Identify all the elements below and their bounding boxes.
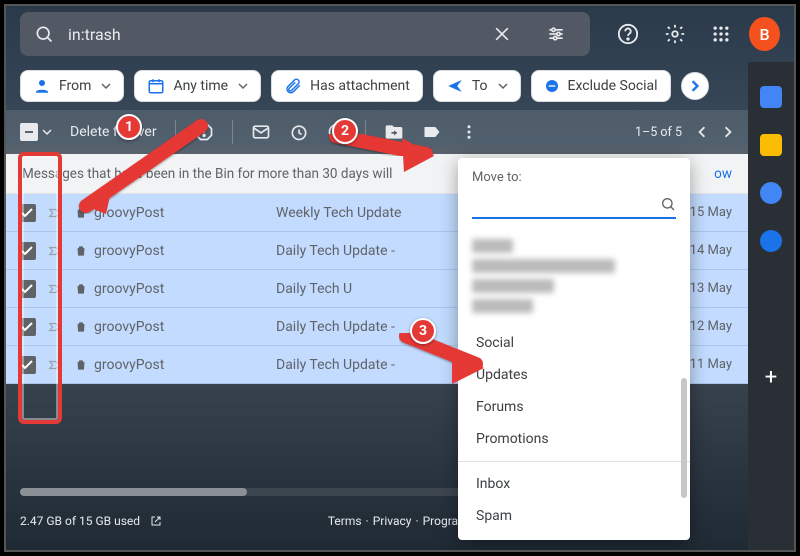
important-marker-icon[interactable]: [48, 320, 62, 334]
row-checkbox[interactable]: [18, 204, 36, 222]
important-marker-icon[interactable]: [48, 358, 62, 372]
more-icon[interactable]: [460, 123, 478, 141]
blurred-labels: [458, 229, 690, 327]
popover-header: Move to:: [458, 170, 690, 191]
snooze-icon[interactable]: [289, 122, 309, 142]
trash-icon: [74, 206, 88, 220]
filter-chip-exclude-social[interactable]: Exclude Social: [531, 70, 671, 102]
chip-label: From: [59, 78, 91, 94]
chevron-down-icon: [238, 81, 248, 91]
rail-keep-icon[interactable]: [760, 134, 782, 156]
row-checkbox[interactable]: [18, 242, 36, 260]
chevron-down-icon: [101, 81, 111, 91]
move-to-item[interactable]: Updates: [458, 359, 690, 391]
rail-contacts-icon[interactable]: [760, 230, 782, 252]
clear-search-icon[interactable]: [482, 14, 522, 54]
side-panel: +: [748, 62, 794, 550]
move-to-popover: Move to: SocialUpdatesForumsPromotions I…: [458, 158, 690, 540]
important-marker-icon[interactable]: [48, 244, 62, 258]
important-marker-icon[interactable]: [48, 206, 62, 220]
settings-gear-icon[interactable]: [656, 14, 692, 54]
empty-bin-link[interactable]: ow: [714, 166, 732, 182]
labels-icon[interactable]: [422, 122, 442, 142]
chip-scroll-right[interactable]: [681, 72, 709, 100]
row-date: 13 May: [690, 281, 736, 296]
apps-grid-icon[interactable]: [703, 14, 739, 54]
chevron-down-icon: [42, 127, 52, 137]
row-checkbox[interactable]: [18, 280, 36, 298]
chip-label: Any time: [173, 78, 228, 94]
chip-label: Exclude Social: [568, 78, 658, 94]
prev-page-icon[interactable]: [696, 126, 708, 138]
action-toolbar: Delete forever 1–5 of 5: [6, 110, 748, 154]
filter-chip-attachment[interactable]: Has attachment: [271, 70, 423, 102]
rail-tasks-icon[interactable]: [760, 182, 782, 204]
filter-chip-from[interactable]: From: [20, 70, 124, 102]
search-options-icon[interactable]: [536, 14, 576, 54]
move-to-search-input[interactable]: [472, 196, 660, 212]
search-icon: [660, 196, 676, 212]
footer-link[interactable]: Terms: [328, 514, 362, 528]
move-to-item[interactable]: Inbox: [458, 468, 690, 500]
filter-chip-anytime[interactable]: Any time: [134, 70, 261, 102]
divider: [365, 120, 366, 144]
important-marker-icon[interactable]: [48, 282, 62, 296]
delete-forever-button[interactable]: Delete forever: [70, 124, 157, 140]
move-to-item[interactable]: Promotions: [458, 423, 690, 455]
row-sender: groovyPost: [74, 281, 264, 297]
row-checkbox[interactable]: [18, 318, 36, 336]
popover-scrollbar[interactable]: [681, 378, 687, 498]
row-checkbox[interactable]: [18, 356, 36, 374]
rail-calendar-icon[interactable]: [760, 86, 782, 108]
chevron-down-icon: [498, 81, 508, 91]
select-all-checkbox[interactable]: [20, 123, 52, 141]
row-sender: groovyPost: [74, 357, 264, 373]
trash-icon: [74, 244, 88, 258]
trash-icon: [74, 320, 88, 334]
search-icon: [34, 24, 54, 44]
search-bar[interactable]: [20, 12, 590, 56]
move-to-icon[interactable]: [384, 122, 404, 142]
move-to-item[interactable]: Spam: [458, 500, 690, 532]
row-sender: groovyPost: [74, 243, 264, 259]
report-spam-icon[interactable]: [194, 122, 214, 142]
row-sender: groovyPost: [74, 319, 264, 335]
move-to-item[interactable]: Forums: [458, 391, 690, 423]
mark-unread-icon[interactable]: [251, 122, 271, 142]
account-avatar[interactable]: B: [749, 17, 780, 51]
move-to-item[interactable]: Social: [458, 327, 690, 359]
help-icon[interactable]: [610, 14, 646, 54]
chip-label: To: [472, 78, 488, 94]
trash-icon: [74, 358, 88, 372]
add-task-icon[interactable]: [327, 122, 347, 142]
filter-chip-to[interactable]: To: [433, 70, 521, 102]
page-count: 1–5 of 5: [635, 125, 682, 140]
row-date: 12 May: [690, 319, 736, 334]
search-input[interactable]: [68, 25, 468, 44]
next-page-icon[interactable]: [722, 126, 734, 138]
trash-icon: [74, 282, 88, 296]
footer-link[interactable]: Privacy: [373, 514, 412, 528]
row-date: 14 May: [690, 243, 736, 258]
row-date: 11 May: [690, 357, 736, 372]
storage-used: 2.47 GB of 15 GB used: [20, 514, 140, 528]
divider: [232, 120, 233, 144]
storage-external-icon[interactable]: [150, 515, 162, 527]
notice-text: Messages that have been in the Bin for m…: [22, 166, 392, 182]
chip-label: Has attachment: [310, 78, 410, 94]
row-sender: groovyPost: [74, 205, 264, 221]
rail-add-icon[interactable]: +: [765, 365, 777, 390]
row-date: 15 May: [690, 205, 736, 220]
divider: [175, 120, 176, 144]
